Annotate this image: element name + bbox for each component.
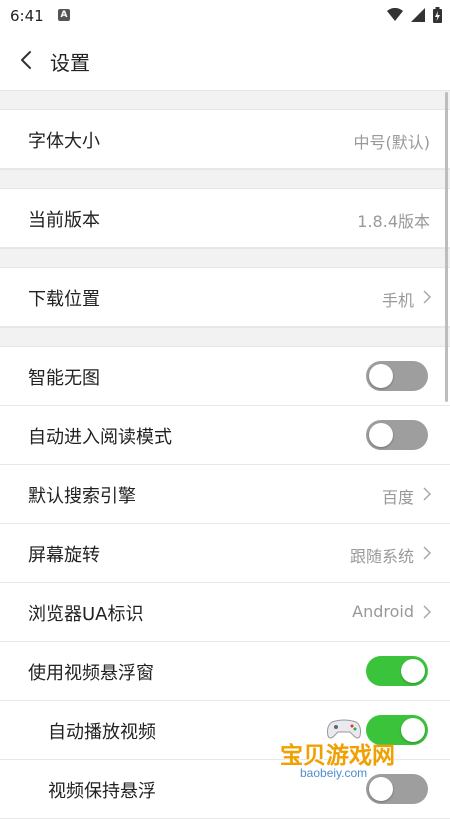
- setting-default-search-engine[interactable]: 默认搜索引擎 百度: [0, 465, 450, 524]
- smart-no-image-toggle[interactable]: [366, 361, 428, 391]
- notification-a-icon: A: [58, 9, 70, 21]
- scrollbar[interactable]: [445, 92, 448, 402]
- toggle-knob: [369, 364, 393, 388]
- setting-label: 屏幕旋转: [28, 545, 100, 566]
- setting-label: 浏览器UA标识: [28, 604, 144, 625]
- wifi-icon: [387, 8, 403, 21]
- watermark-text: 宝贝游戏网: [280, 743, 395, 769]
- setting-value: 1.8.4版本: [357, 212, 430, 231]
- setting-label: 自动播放视频: [48, 722, 156, 743]
- setting-label: 当前版本: [28, 210, 100, 231]
- setting-smart-no-image[interactable]: 智能无图: [0, 347, 450, 406]
- setting-label: 使用视频悬浮窗: [28, 663, 154, 684]
- section-divider: [0, 327, 450, 347]
- watermark-url: baobeiy.com: [300, 766, 368, 780]
- setting-value: 手机: [381, 291, 414, 310]
- status-time: 6:41: [10, 7, 44, 25]
- chevron-right-icon: [423, 605, 432, 619]
- watermark: 宝贝游戏网 baobeiy.com: [276, 716, 416, 786]
- setting-download-location[interactable]: 下载位置 手机: [0, 268, 450, 327]
- battery-charging-icon: [433, 7, 442, 23]
- signal-icon: [411, 8, 425, 22]
- back-arrow-icon[interactable]: [16, 49, 38, 71]
- chevron-right-icon: [423, 546, 432, 560]
- setting-screen-rotation[interactable]: 屏幕旋转 跟随系统: [0, 524, 450, 583]
- setting-value: 跟随系统: [349, 547, 414, 566]
- setting-video-floating-window[interactable]: 使用视频悬浮窗: [0, 642, 450, 701]
- setting-current-version[interactable]: 当前版本 1.8.4版本: [0, 189, 450, 248]
- status-bar: 6:41 A: [0, 0, 450, 32]
- auto-reader-mode-toggle[interactable]: [366, 420, 428, 450]
- settings-list: 字体大小 中号(默认) 当前版本 1.8.4版本 下载位置 手机 智能无图 自动…: [0, 90, 450, 819]
- chevron-right-icon: [423, 290, 432, 304]
- setting-label: 默认搜索引擎: [28, 486, 136, 507]
- setting-label: 视频保持悬浮: [48, 781, 156, 802]
- setting-label: 自动进入阅读模式: [28, 427, 172, 448]
- setting-label: 智能无图: [28, 368, 100, 389]
- video-floating-window-toggle[interactable]: [366, 656, 428, 686]
- setting-font-size[interactable]: 字体大小 中号(默认): [0, 110, 450, 169]
- setting-value: Android: [352, 602, 414, 621]
- section-divider: [0, 248, 450, 268]
- system-icons: [387, 7, 442, 23]
- toggle-knob: [401, 659, 425, 683]
- section-divider: [0, 90, 450, 110]
- section-divider: [0, 169, 450, 189]
- setting-label: 下载位置: [28, 289, 100, 310]
- setting-browser-ua[interactable]: 浏览器UA标识 Android: [0, 583, 450, 642]
- page-title: 设置: [50, 51, 90, 75]
- app-header: 设置: [0, 32, 450, 90]
- setting-label: 字体大小: [28, 131, 100, 152]
- setting-value: 百度: [381, 488, 414, 507]
- setting-value: 中号(默认): [353, 133, 431, 152]
- toggle-knob: [369, 423, 393, 447]
- chevron-right-icon: [423, 487, 432, 501]
- setting-auto-reader-mode[interactable]: 自动进入阅读模式: [0, 406, 450, 465]
